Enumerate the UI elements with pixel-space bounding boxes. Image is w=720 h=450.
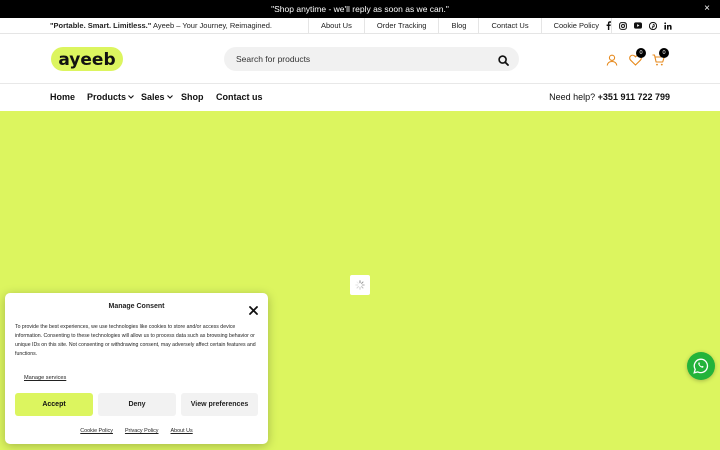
cart-count-badge: 0 xyxy=(659,48,669,58)
nav-label-shop: Shop xyxy=(181,92,204,102)
account-icon[interactable] xyxy=(606,53,618,66)
whatsapp-button[interactable] xyxy=(687,352,715,380)
nav-item-sales[interactable]: Sales xyxy=(141,92,173,102)
search-icon[interactable] xyxy=(498,53,509,66)
nav-label-sales: Sales xyxy=(141,92,165,102)
utility-links: About Us Order Tracking Blog Contact Us … xyxy=(308,18,613,34)
privacy-policy-link[interactable]: Privacy Policy xyxy=(125,428,159,434)
utility-link-order-tracking[interactable]: Order Tracking xyxy=(363,18,439,34)
nav-label-contact-us: Contact us xyxy=(216,92,263,102)
nav-label-home: Home xyxy=(50,92,76,102)
cookie-consent-dialog: Manage Consent To provide the best exper… xyxy=(5,293,268,444)
tagline-text: Ayeeb – Your Journey, Reimagined. xyxy=(151,21,272,30)
site-header: ayeeb 0 0 xyxy=(0,34,720,84)
help-contact: Need help? +351 911 722 799 xyxy=(549,92,670,102)
cookie-policy-link[interactable]: Cookie Policy xyxy=(80,428,113,434)
consent-footer-links: Cookie Policy Privacy Policy About Us xyxy=(5,428,268,434)
nav-item-products[interactable]: Products xyxy=(87,92,134,102)
help-label: Need help? xyxy=(549,92,596,102)
utility-link-contact-us[interactable]: Contact Us xyxy=(478,18,540,34)
close-icon[interactable] xyxy=(249,302,258,315)
wishlist-count-badge: 0 xyxy=(636,48,646,58)
close-icon[interactable]: × xyxy=(704,3,710,15)
utility-link-blog[interactable]: Blog xyxy=(438,18,478,34)
linkedin-icon[interactable] xyxy=(664,21,672,30)
ayeeb-logo[interactable]: ayeeb xyxy=(50,46,124,72)
deny-button[interactable]: Deny xyxy=(98,393,176,416)
consent-message: To provide the best experiences, we use … xyxy=(15,324,256,357)
instagram-icon[interactable] xyxy=(619,21,627,30)
announcement-bar: "Shop anytime - we'll reply as soon as w… xyxy=(0,0,720,18)
youtube-icon[interactable] xyxy=(634,21,642,30)
manage-services-link[interactable]: Manage services xyxy=(24,375,66,381)
accept-button[interactable]: Accept xyxy=(15,393,93,416)
facebook-icon[interactable] xyxy=(604,21,612,30)
nav-item-shop[interactable]: Shop xyxy=(181,92,204,102)
about-us-link[interactable]: About Us xyxy=(171,428,193,434)
chevron-down-icon xyxy=(128,95,134,99)
tagline-slogan: "Portable. Smart. Limitless." xyxy=(50,21,152,30)
whatsapp-icon xyxy=(693,358,709,374)
view-preferences-button[interactable]: View preferences xyxy=(181,393,258,416)
tagline: "Portable. Smart. Limitless." Ayeeb – Yo… xyxy=(50,21,272,30)
main-nav: Home Products Sales Shop Contact us Need… xyxy=(0,84,720,111)
loading-spinner-icon xyxy=(350,275,370,295)
consent-title: Manage Consent xyxy=(108,303,165,310)
nav-item-contact-us[interactable]: Contact us xyxy=(216,92,263,102)
announcement-text: "Shop anytime - we'll reply as soon as w… xyxy=(271,4,449,14)
logo-text: ayeeb xyxy=(58,50,115,70)
nav-label-products: Products xyxy=(87,92,127,102)
help-phone[interactable]: +351 911 722 799 xyxy=(598,92,670,102)
utility-link-cookie-policy[interactable]: Cookie Policy xyxy=(540,18,613,34)
social-links xyxy=(604,21,672,30)
search-input[interactable] xyxy=(224,54,474,64)
nav-item-home[interactable]: Home xyxy=(50,92,75,102)
search-bar xyxy=(224,47,519,71)
chevron-down-icon xyxy=(166,95,173,99)
pinterest-icon[interactable] xyxy=(649,21,657,30)
utility-bar: "Portable. Smart. Limitless." Ayeeb – Yo… xyxy=(0,18,720,34)
utility-link-about-us[interactable]: About Us xyxy=(308,18,364,34)
